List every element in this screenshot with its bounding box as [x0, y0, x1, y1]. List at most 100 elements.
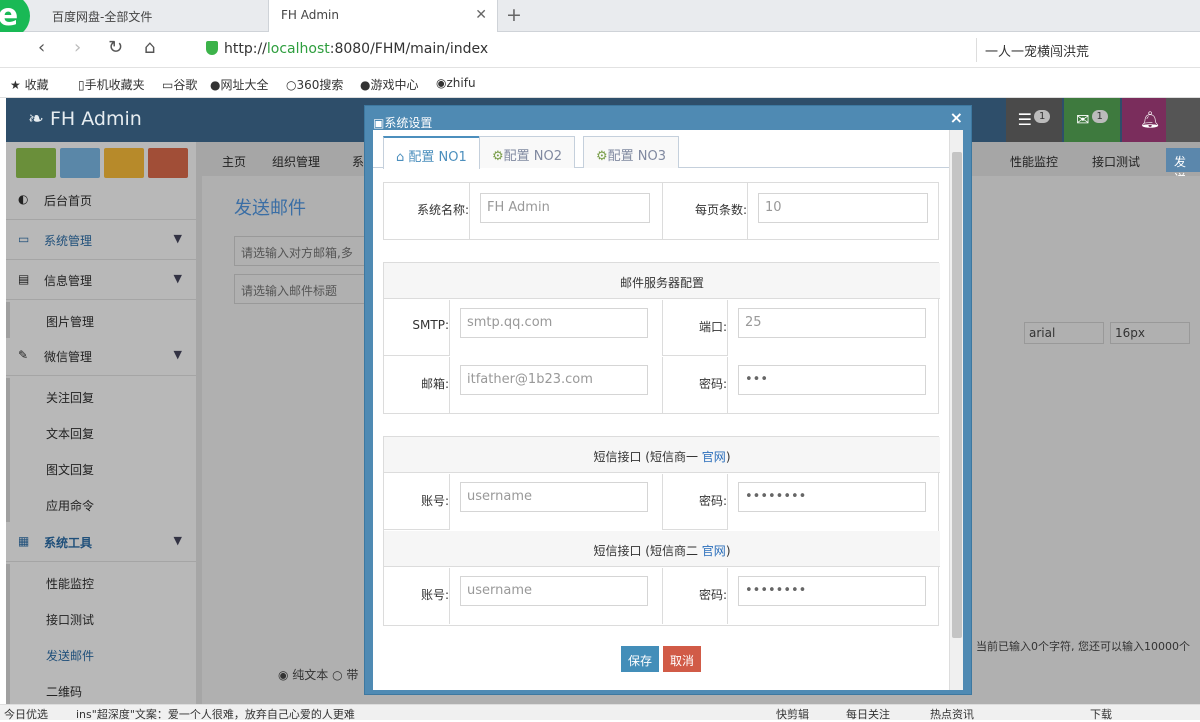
bookmark-games[interactable]: ●游戏中心: [360, 76, 419, 93]
messages-badge: 1: [1091, 110, 1108, 123]
config-tabs: ⌂ 配置 NO1 ⚙配置 NO2 ⚙配置 NO3: [373, 130, 953, 169]
tasks-button[interactable]: ☰ 1: [1006, 98, 1062, 142]
sidebar-subitem-api-test[interactable]: 接口测试: [6, 600, 196, 636]
modal-scrollbar[interactable]: [949, 130, 963, 690]
sms1-section-title: 短信接口 (短信商一 官网): [384, 437, 940, 473]
home-icon[interactable]: ⌂: [144, 37, 155, 58]
sidebar-subitem-news[interactable]: 图文回复: [6, 450, 196, 486]
bookmark-360[interactable]: ○360搜索: [286, 76, 343, 93]
sms1-password-input[interactable]: ••••••••: [738, 482, 926, 512]
sidebar-item-label: 后台首页: [44, 194, 93, 208]
tab-home[interactable]: 主页: [214, 148, 254, 172]
sms1-close-paren: ): [725, 450, 731, 464]
tab-label: 性能监控: [1010, 155, 1059, 169]
sidebar-item-label: 发送邮件: [46, 649, 95, 663]
scrollbar-thumb[interactable]: [952, 152, 962, 638]
sms2-account-input[interactable]: username: [460, 576, 648, 606]
bookmark-google[interactable]: ▭谷歌: [162, 76, 197, 93]
cancel-button[interactable]: 取消: [663, 646, 701, 672]
browser-tab-baidu[interactable]: 百度网盘-全部文件: [40, 0, 268, 32]
sms1-account-label: 账号:: [384, 474, 450, 530]
page-size-label: 每页条数:: [662, 183, 748, 239]
tab-api-test[interactable]: 接口测试: [1084, 148, 1148, 172]
sidebar-item-wechat[interactable]: ✎ 微信管理 ▼: [6, 338, 196, 376]
sidebar-subitem-commands[interactable]: 应用命令: [6, 486, 196, 522]
bookmark-sites[interactable]: ●网址大全: [210, 76, 269, 93]
bookmark-mobile[interactable]: ▯手机收藏夹: [78, 76, 145, 93]
smtp-input[interactable]: smtp.qq.com: [460, 308, 648, 338]
radio-plain-text[interactable]: ◉ 纯文本 ○ 带: [278, 666, 358, 683]
save-button[interactable]: 保存: [621, 646, 659, 672]
sidebar-item-label: 图文回复: [46, 463, 95, 477]
sidebar-item-label: 系统管理: [44, 234, 93, 248]
browser-search-input[interactable]: 一人一宠横闯洪荒: [976, 38, 1176, 62]
close-icon[interactable]: ×: [950, 108, 963, 127]
sidebar: ◐ 后台首页 ▭ 系统管理 ▼ ▤ 信息管理 ▼ 图片管理 ✎ 微信管理 ▼ 关注回复 文本回…: [6, 142, 196, 708]
tab-send-mail[interactable]: 发送: [1166, 148, 1200, 186]
tab-config-no2[interactable]: ⚙配置 NO2: [479, 136, 576, 168]
sidebar-subitem-follow[interactable]: 关注回复: [6, 378, 196, 414]
sidebar-item-label: 系统工具: [44, 536, 93, 550]
sidebar-item-home[interactable]: ◐ 后台首页: [6, 182, 196, 220]
sidebar-item-label: 文本回复: [46, 427, 95, 441]
eye-icon[interactable]: [60, 148, 100, 178]
sms1-account-input[interactable]: username: [460, 482, 648, 512]
sidebar-item-label: 性能监控: [46, 577, 95, 591]
sidebar-subitem-qrcode[interactable]: 二维码: [6, 672, 196, 708]
brand-text: FH Admin: [49, 108, 142, 130]
page-title: 发送邮件: [234, 198, 306, 219]
close-tab-icon[interactable]: ✕: [475, 7, 487, 23]
chevron-down-icon: ▼: [173, 348, 182, 361]
messages-button[interactable]: ✉ 1: [1064, 98, 1120, 142]
sidebar-item-system[interactable]: ▭ 系统管理 ▼: [6, 222, 196, 260]
sms2-website-link[interactable]: 官网: [702, 544, 726, 558]
browser-tab-fhadmin[interactable]: FH Admin ✕: [268, 0, 498, 32]
sidebar-subitem-monitor[interactable]: 性能监控: [6, 564, 196, 600]
radio-label: 纯文本: [292, 668, 329, 682]
size-select[interactable]: 16px: [1110, 322, 1190, 344]
page-size-input[interactable]: 10: [758, 193, 928, 223]
reload-icon[interactable]: ↻: [108, 37, 123, 58]
tab-config-no3[interactable]: ⚙配置 NO3: [583, 136, 680, 168]
book-icon[interactable]: [104, 148, 144, 178]
list-icon: ▤: [18, 272, 30, 286]
sms2-password-input[interactable]: ••••••••: [738, 576, 926, 606]
brand-title: ❧ FH Admin: [28, 108, 142, 130]
system-name-input[interactable]: FH Admin: [480, 193, 650, 223]
avatar[interactable]: [1166, 98, 1200, 142]
font-select[interactable]: arial: [1024, 322, 1104, 344]
tab-monitor[interactable]: 性能监控: [1002, 148, 1066, 172]
sidebar-subitem-images[interactable]: 图片管理: [6, 302, 196, 338]
sms1-website-link[interactable]: 官网: [702, 450, 726, 464]
sidebar-subitem-text[interactable]: 文本回复: [6, 414, 196, 450]
bookmark-label: 360搜索: [296, 78, 344, 92]
sidebar-item-tools[interactable]: ▦ 系统工具 ▼: [6, 524, 196, 562]
pencil-icon[interactable]: [16, 148, 56, 178]
new-tab-icon[interactable]: +: [506, 4, 522, 26]
bell-icon: 🔔︎: [1139, 110, 1161, 129]
recipient-input[interactable]: 请选输入对方邮箱,多: [234, 236, 374, 266]
port-input[interactable]: 25: [738, 308, 926, 338]
email-input[interactable]: itfather@1b23.com: [460, 365, 648, 395]
address-bar[interactable]: http://localhost:8080/FHM/main/index: [200, 38, 890, 62]
email-label: 邮箱:: [384, 357, 450, 413]
tab-config-no1[interactable]: ⌂ 配置 NO1: [383, 136, 480, 169]
gear-icon: ⚙: [492, 149, 504, 164]
sidebar-item-label: 图片管理: [46, 315, 95, 329]
bookmark-label: 谷歌: [173, 78, 198, 92]
subject-input[interactable]: 请选输入邮件标题: [234, 274, 374, 304]
sidebar-item-info[interactable]: ▤ 信息管理 ▼: [6, 262, 196, 300]
bookmark-favorites[interactable]: ★ 收藏: [10, 76, 49, 93]
bookmark-zhifu[interactable]: ◉zhifu: [436, 76, 476, 90]
folder-icon[interactable]: [148, 148, 188, 178]
sidebar-subitem-send-mail[interactable]: 发送邮件: [6, 636, 196, 672]
email-password-input[interactable]: •••: [738, 365, 926, 395]
tab-org[interactable]: 组织管理: [264, 148, 328, 172]
forward-icon[interactable]: ›: [74, 37, 81, 58]
back-icon[interactable]: ‹: [38, 37, 45, 58]
radio-label: 带: [346, 668, 359, 682]
bookmark-label: 游戏中心: [370, 78, 419, 92]
sms1-password-label: 密码:: [662, 474, 728, 530]
tab-label: 百度网盘-全部文件: [52, 10, 153, 24]
bookmarks-bar: ★ 收藏 ▯手机收藏夹 ▭谷歌 ●网址大全 ○360搜索 ●游戏中心 ◉zhif…: [0, 68, 1200, 98]
